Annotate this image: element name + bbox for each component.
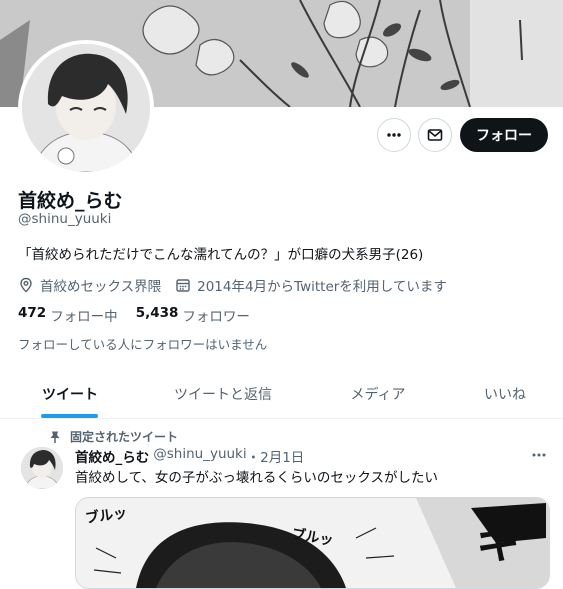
more-button[interactable] <box>377 118 411 152</box>
avatar <box>22 44 150 172</box>
location-item: 首絞めセックス界隈 <box>18 275 161 295</box>
tweet-text: 首絞めして、女の子がぶっ壊れるくらいのセックスがしたい <box>75 470 439 486</box>
location-text: 首絞めセックス界隈 <box>40 279 162 295</box>
manga-panel-illustration: ブルッ ブルッ キ <box>76 498 549 588</box>
joined-item: 2014年4月からTwitterを利用しています <box>175 275 447 295</box>
following-count: 472 <box>18 305 47 321</box>
tweet-avatar[interactable] <box>21 447 63 489</box>
tweet-date[interactable]: ・2月1日 <box>247 446 305 466</box>
tweet-more-button[interactable] <box>530 446 548 468</box>
tweet-author-name[interactable]: 首絞め_らむ <box>75 446 149 466</box>
tab-tweets[interactable]: ツイート <box>20 370 120 418</box>
following-label: フォロー中 <box>50 309 118 325</box>
followers-label: フォロワー <box>182 309 250 325</box>
envelope-icon <box>418 118 452 152</box>
calendar-icon <box>176 279 190 292</box>
more-horizontal-icon <box>532 453 546 457</box>
followers-count: 5,438 <box>135 305 179 321</box>
follow-stats: 472 フォロー中 5,438 フォロワー <box>18 305 268 325</box>
message-button[interactable] <box>418 118 452 152</box>
profile-meta: 首絞めセックス界隈 2014年4月からTwitterを利用しています <box>18 275 461 295</box>
sfx-3: キ <box>476 518 520 569</box>
followers-you-know[interactable]: フォローしている人にフォロワーはいません <box>18 334 267 353</box>
profile-avatar[interactable] <box>18 40 154 176</box>
active-tab-indicator <box>41 414 98 418</box>
display-name: 首絞め_らむ <box>18 190 123 212</box>
pinned-label: 固定されたツイート <box>48 428 178 445</box>
pin-icon <box>50 431 60 443</box>
followers-link[interactable]: 5,438 フォロワー <box>136 305 250 325</box>
profile-bio: 「首絞められただけでこんな濡れてんの？」が口癖の犬系男子(26) <box>18 247 424 263</box>
location-pin-icon <box>20 277 32 293</box>
more-horizontal-icon <box>377 118 411 152</box>
user-handle: @shinu_yuuki <box>18 211 112 227</box>
tweet-media-image[interactable]: ブルッ ブルッ キ <box>75 497 550 589</box>
tweet-author-handle[interactable]: @shinu_yuuki <box>153 446 246 466</box>
follow-button-wrap[interactable]: フォロー <box>460 118 548 152</box>
follow-button[interactable]: フォロー <box>460 118 548 152</box>
pinned-text: 固定されたツイート <box>70 430 179 444</box>
profile-tabs: ツイート ツイートと返信 メディア いいね <box>0 370 563 419</box>
tweet-header: 首絞め_らむ @shinu_yuuki ・2月1日 <box>75 446 304 466</box>
tab-media[interactable]: メディア <box>330 370 426 418</box>
tweet-avatar-illustration <box>21 447 63 489</box>
tab-likes[interactable]: いいね <box>460 370 550 418</box>
avatar-illustration <box>22 44 150 172</box>
following-link[interactable]: 472 フォロー中 <box>18 305 118 325</box>
joined-text: 2014年4月からTwitterを利用しています <box>197 279 447 295</box>
tab-tweets-and-replies[interactable]: ツイートと返信 <box>158 370 288 418</box>
